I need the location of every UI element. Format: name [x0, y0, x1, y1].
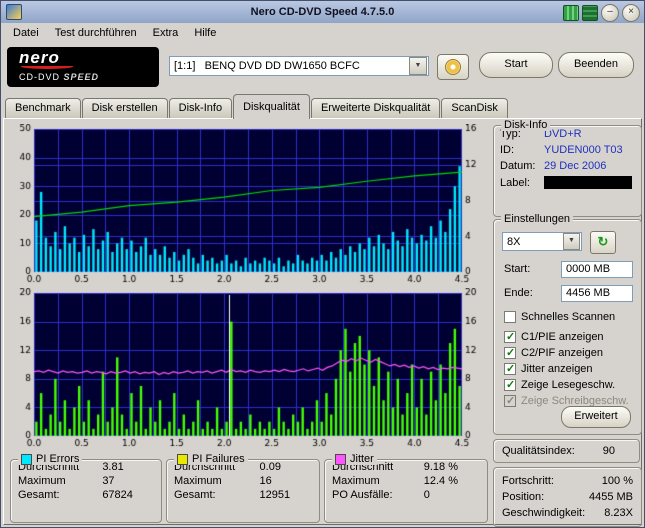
stat-row: Maximum 12.4 % — [332, 475, 458, 487]
position-value: 4455 MB — [588, 491, 633, 503]
pi-errors-chart — [8, 124, 488, 287]
progress-panel: Fortschritt: 100 % Position: 4455 MB Ges… — [493, 467, 642, 527]
stat-row: Maximum 16 — [174, 475, 272, 487]
menu-item-extra[interactable]: Extra — [145, 25, 187, 41]
jitter-legend-swatch — [335, 453, 346, 465]
advanced-button[interactable]: Erweitert — [561, 406, 631, 428]
checkbox-jitter-anzeigen[interactable]: Jitter anzeigen — [504, 362, 593, 376]
checkbox-c1-pie-anzeigen[interactable]: C1/PIE anzeigen — [504, 330, 604, 344]
menu-item-test-durchfuehren[interactable]: Test durchführen — [47, 25, 145, 41]
menu-item-hilfe[interactable]: Hilfe — [186, 25, 224, 41]
start-position-input[interactable] — [561, 260, 633, 278]
pi-failures-legend-swatch — [177, 453, 188, 465]
position-row: Position: 4455 MB — [502, 491, 633, 503]
app-window: Nero CD-DVD Speed 4.7.5.0 – × Datei Test… — [0, 0, 645, 528]
checkbox-zeige-lesegeschw[interactable]: Zeige Lesegeschw. — [504, 378, 615, 392]
pi-errors-stats: PI Errors Durchschnitt 3.81 Maximum 37 Ges… — [10, 453, 162, 523]
stat-row: Gesamt: 67824 — [18, 489, 133, 501]
toolbar: nero CD-DVD SPEED [1:1] BENQ DVD DD DW16… — [1, 43, 644, 91]
tab-benchmark[interactable]: Benchmark — [5, 98, 81, 118]
end-position-input[interactable] — [561, 284, 633, 302]
disk-id-value: YUDEN000 T03 — [544, 144, 623, 156]
checkbox-schnelles-scannen[interactable]: Schnelles Scannen — [504, 310, 615, 324]
checkbox-box — [504, 311, 516, 323]
drive-select-value: [1:1] BENQ DVD DD DW1650 BCFC — [174, 60, 360, 72]
pi-failures-chart — [8, 288, 488, 451]
speed-row: Geschwindigkeit: 8.23X — [502, 507, 633, 519]
speed-select[interactable]: 8X ▼ — [502, 232, 582, 251]
nero-logo: nero CD-DVD SPEED — [7, 47, 159, 87]
stat-row: PO Ausfälle: 0 — [332, 489, 430, 501]
pi-failures-stats: PI Failures Durchschnitt 0.09 Maximum 16 G… — [166, 453, 320, 523]
minimize-button[interactable]: – — [601, 4, 619, 22]
chart-icon[interactable] — [563, 5, 579, 21]
disk-info-group-title: Disk-Info — [501, 119, 551, 131]
drive-select[interactable]: [1:1] BENQ DVD DD DW1650 BCFC ▼ — [169, 56, 429, 76]
tab-page-diskqualitaet: Disk-Info Typ: DVD+R ID: YUDEN000 T03 Da… — [3, 118, 642, 527]
eject-button[interactable] — [437, 54, 469, 80]
tab-diskqualitaet[interactable]: Diskqualität — [233, 94, 310, 119]
stat-row: Gesamt: 12951 — [174, 489, 291, 501]
progress-row: Fortschritt: 100 % — [502, 475, 633, 487]
menubar: Datei Test durchführen Extra Hilfe — [1, 23, 644, 43]
disk-label-value-box — [544, 176, 632, 189]
end-position-label: Ende: — [504, 287, 533, 299]
menu-item-datei[interactable]: Datei — [5, 25, 47, 41]
quality-index-value: 90 — [602, 445, 615, 457]
checkbox-box — [504, 394, 516, 407]
disk-info-group: Disk-Info Typ: DVD+R ID: YUDEN000 T03 Da… — [493, 119, 642, 217]
jitter-stats: Jitter Durchschnitt 9.18 % Maximum 12.4 % … — [324, 453, 488, 523]
exit-button[interactable]: Beenden — [558, 52, 634, 78]
nero-product-text: CD-DVD SPEED — [19, 72, 100, 82]
stat-row: Maximum 37 — [18, 475, 115, 487]
settings-group: Einstellungen 8X ▼ ↻ Start: Ende: Schnel… — [493, 213, 642, 435]
pi-errors-legend-swatch — [21, 453, 32, 465]
refresh-icon: ↻ — [597, 234, 609, 249]
quality-index-label: Qualitätsindex: — [502, 445, 575, 457]
start-button[interactable]: Start — [479, 52, 553, 78]
disk-date-row: Datum: 29 Dec 2006 — [500, 160, 607, 172]
tab-disk-erstellen[interactable]: Disk erstellen — [81, 98, 168, 118]
nero-brand-text: nero — [19, 48, 60, 67]
speed-select-value: 8X — [507, 235, 521, 248]
start-position-label: Start: — [504, 263, 531, 275]
speed-value: 8.23X — [604, 507, 633, 519]
progress-value: 100 % — [601, 475, 633, 487]
end-position-row: Ende: — [504, 284, 633, 302]
refresh-button[interactable]: ↻ — [590, 231, 616, 254]
disk-id-row: ID: YUDEN000 T03 — [500, 144, 623, 156]
start-position-row: Start: — [504, 260, 633, 278]
chevron-down-icon[interactable]: ▼ — [409, 57, 427, 75]
tab-erweiterte-diskqualitaet[interactable]: Erweiterte Diskqualität — [310, 98, 441, 118]
quality-index-panel: Qualitätsindex: 90 — [493, 439, 640, 463]
pi-errors-title: PI Errors — [36, 453, 80, 465]
checkbox-box — [504, 346, 516, 359]
tab-disk-info[interactable]: Disk-Info — [168, 98, 233, 118]
disk-label-row: Label: — [494, 174, 641, 191]
window-title: Nero CD-DVD Speed 4.7.5.0 — [250, 6, 395, 18]
titlebar[interactable]: Nero CD-DVD Speed 4.7.5.0 – × — [1, 1, 644, 23]
checkbox-c2-pif-anzeigen[interactable]: C2/PIF anzeigen — [504, 346, 603, 360]
chevron-down-icon[interactable]: ▼ — [563, 233, 580, 250]
settings-group-title: Einstellungen — [501, 213, 574, 225]
tabbar: Benchmark Disk erstellen Disk-Info Diskq… — [5, 93, 642, 119]
drive-icon[interactable] — [582, 5, 598, 21]
checkbox-box — [504, 362, 516, 375]
jitter-title: Jitter — [350, 453, 374, 465]
tab-scandisk[interactable]: ScanDisk — [441, 98, 508, 118]
pi-failures-title: PI Failures — [192, 453, 245, 465]
cd-icon — [445, 59, 461, 75]
checkbox-box — [504, 378, 516, 391]
close-button[interactable]: × — [622, 4, 640, 22]
checkbox-box — [504, 330, 516, 343]
disk-date-value: 29 Dec 2006 — [544, 160, 607, 172]
